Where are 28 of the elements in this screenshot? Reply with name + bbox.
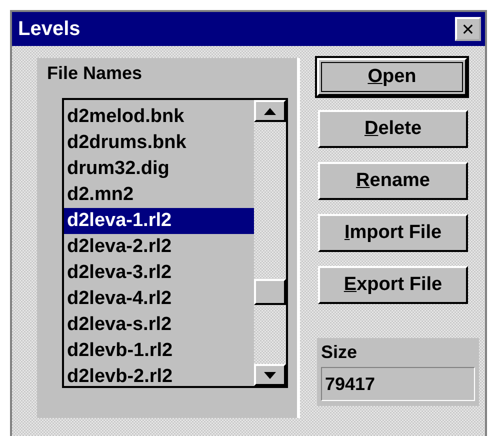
dialog-button[interactable]: Delete <box>318 110 468 148</box>
scroll-thumb[interactable] <box>254 279 286 305</box>
dialog-button[interactable]: Open <box>317 58 467 96</box>
file-item[interactable]: d2leva-s.rl2 <box>64 312 254 338</box>
file-item[interactable]: d2levb-2.rl2 <box>64 364 254 390</box>
dialog-button[interactable]: Import File <box>318 214 468 252</box>
file-item[interactable]: d2leva-1.rl2 <box>64 208 254 234</box>
dialog-button[interactable]: Export File <box>318 266 468 304</box>
file-item[interactable]: d2.mn2 <box>64 182 254 208</box>
scroll-down-button[interactable] <box>254 364 286 386</box>
size-field: 79417 <box>321 367 475 401</box>
scroll-up-button[interactable] <box>254 100 286 122</box>
down-arrow-icon <box>264 372 276 378</box>
file-item[interactable]: d2melod.bnk <box>64 104 254 130</box>
up-arrow-icon <box>264 108 276 114</box>
close-button[interactable]: ✕ <box>455 17 481 41</box>
file-item[interactable]: drum32.dig <box>64 156 254 182</box>
file-names-label: File Names <box>47 63 144 84</box>
window-title: Levels <box>18 18 80 40</box>
dialog-button[interactable]: Rename <box>318 162 468 200</box>
file-item[interactable]: d2leva-4.rl2 <box>64 286 254 312</box>
file-item[interactable]: d2leva-3.rl2 <box>64 260 254 286</box>
file-item[interactable]: d2leva-2.rl2 <box>64 234 254 260</box>
file-item[interactable]: d2drums.bnk <box>64 130 254 156</box>
size-label: Size <box>321 342 358 363</box>
file-list[interactable]: d2melod.bnk d2drums.bnk drum32.dig d2.mn2 d2leva-1.rl2 d2leva-2.rl2 d2leva-3.rl2 d2leva-4.rl2 d2leva-s.rl2 d2levb-1.rl2 d2levb-2.rl2 <box>62 98 288 388</box>
scrollbar[interactable] <box>254 100 286 386</box>
file-item[interactable]: d2levb-1.rl2 <box>64 338 254 364</box>
